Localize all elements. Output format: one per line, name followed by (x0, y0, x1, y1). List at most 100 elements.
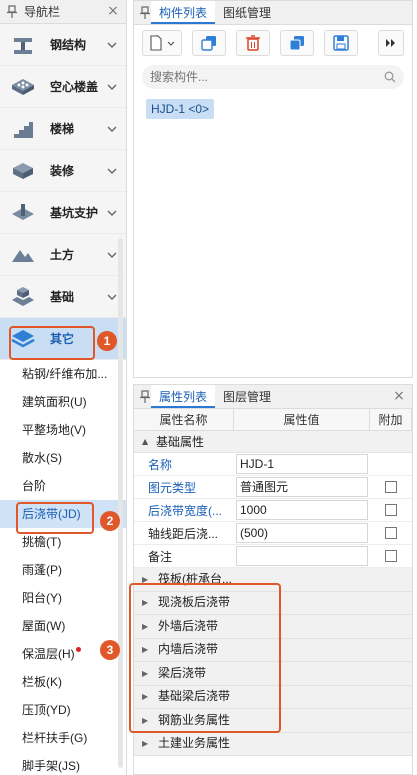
nav-item-roof[interactable]: 屋面(W) (0, 612, 126, 640)
group-label: 土建业务属性 (158, 736, 231, 751)
attach-checkbox[interactable] (385, 481, 397, 493)
expand-triangle-icon: ▶ (142, 739, 149, 749)
property-tabs: 属性列表 图层管理 × (134, 385, 412, 409)
property-value-input[interactable]: (500) (236, 523, 368, 543)
foundation-icon (12, 286, 34, 306)
nav-category-label: 钢结构 (50, 38, 87, 52)
more-tools-button[interactable] (378, 30, 404, 56)
nav-scrollbar[interactable] (118, 238, 123, 768)
attach-checkbox[interactable] (385, 504, 397, 516)
close-icon[interactable]: × (392, 389, 406, 403)
nav-item-building-area[interactable]: 建筑面积(U) (0, 388, 126, 416)
property-name: 后浇带宽度(... (148, 503, 222, 518)
chevron-down-icon (107, 126, 117, 132)
tab-property-list[interactable]: 属性列表 (151, 385, 216, 408)
close-icon[interactable]: × (106, 4, 120, 18)
new-file-icon (150, 35, 175, 51)
chevron-down-icon (107, 42, 117, 48)
highlight-box-post-pour (16, 502, 94, 534)
nav-category-label: 装修 (50, 164, 75, 178)
delete-component-button[interactable] (236, 30, 270, 56)
tab-layer-management[interactable]: 图层管理 (215, 385, 279, 408)
nav-item-apron[interactable]: 散水(S) (0, 444, 126, 472)
nav-item-scaffold[interactable]: 脚手架(JS) (0, 752, 126, 775)
nav-category-label: 楼梯 (50, 122, 75, 136)
group-civil-properties[interactable]: ▶ 土建业务属性 (134, 732, 412, 756)
step-badge-1: 1 (97, 331, 117, 351)
tab-drawing-management[interactable]: 图纸管理 (215, 1, 279, 24)
component-toolbar (134, 25, 412, 61)
chevron-down-icon (107, 210, 117, 216)
property-name: 名称 (148, 457, 173, 472)
decoration-icon (13, 162, 33, 179)
step-badge-3: 3 (100, 640, 120, 660)
property-name: 图元类型 (148, 480, 197, 495)
nav-category-foundation[interactable]: 基础 (0, 276, 126, 318)
new-component-button[interactable] (142, 30, 182, 56)
nav-category-label: 空心楼盖 (50, 80, 99, 94)
property-grid-header: 属性名称 属性值 附加 (134, 409, 412, 431)
component-search[interactable] (142, 65, 404, 89)
nav-category-stairs[interactable]: 楼梯 (0, 108, 126, 150)
highlight-box-other (9, 326, 95, 360)
search-input[interactable] (150, 70, 384, 84)
property-row-type: 图元类型 普通图元 (134, 476, 412, 499)
chevron-down-icon (107, 294, 117, 300)
column-header-extra: 附加 (370, 409, 412, 430)
chevron-down-icon (107, 252, 117, 258)
property-value-input[interactable]: 普通图元 (236, 477, 368, 497)
nav-item-steps[interactable]: 台阶 (0, 472, 126, 500)
pin-icon[interactable] (139, 6, 151, 20)
component-tabs: 构件列表 图纸管理 (134, 1, 412, 25)
save-icon (333, 35, 349, 51)
nav-item-balcony[interactable]: 阳台(Y) (0, 584, 126, 612)
property-value-input[interactable]: 1000 (236, 500, 368, 520)
property-name: 轴线距后浇... (148, 526, 219, 541)
attach-checkbox[interactable] (385, 527, 397, 539)
chevron-down-icon (107, 168, 117, 174)
nav-category-label: 基坑支护 (50, 206, 99, 220)
nav-category-pit-support[interactable]: 基坑支护 (0, 192, 126, 234)
attach-checkbox[interactable] (385, 550, 397, 562)
hollow-floor-icon (12, 78, 34, 95)
property-row-axis-offset: 轴线距后浇... (500) (134, 522, 412, 545)
nav-item-coping[interactable]: 压顶(YD) (0, 696, 126, 724)
nav-category-steel[interactable]: 钢结构 (0, 24, 126, 66)
nav-category-earthwork[interactable]: 土方 (0, 234, 126, 276)
nav-header: 导航栏 × (0, 0, 126, 24)
property-name: 备注 (148, 549, 173, 564)
pin-icon[interactable] (139, 390, 151, 404)
pit-support-icon (12, 203, 34, 220)
tab-component-list[interactable]: 构件列表 (151, 1, 216, 24)
save-template-button[interactable] (324, 30, 358, 56)
nav-item-site-leveling[interactable]: 平整场地(V) (0, 416, 126, 444)
nav-category-decoration[interactable]: 装修 (0, 150, 126, 192)
steel-structure-icon (14, 37, 32, 54)
column-header-value: 属性值 (234, 409, 370, 430)
nav-item-bonded-steel[interactable]: 粘钢/纤维布加... (0, 360, 126, 388)
stairs-icon (14, 121, 33, 138)
duplicate-icon (289, 36, 304, 51)
highlight-box-subgroups (129, 583, 281, 733)
property-value-input[interactable]: HJD-1 (236, 454, 368, 474)
earthwork-icon (12, 249, 34, 262)
nav-item-canopy[interactable]: 雨蓬(P) (0, 556, 126, 584)
property-row-width: 后浇带宽度(... 1000 (134, 499, 412, 522)
nav-item-parapet-slab[interactable]: 栏板(K) (0, 668, 126, 696)
nav-category-label: 土方 (50, 248, 75, 262)
nav-category-hollow-floor[interactable]: 空心楼盖 (0, 66, 126, 108)
layer-copy-button[interactable] (280, 30, 314, 56)
trash-icon (246, 35, 260, 51)
pin-icon[interactable] (6, 4, 18, 19)
property-value-input[interactable] (236, 546, 368, 566)
component-item[interactable]: HJD-1 <0> (146, 99, 215, 119)
copy-component-button[interactable] (192, 30, 226, 56)
copy-icon (201, 36, 216, 51)
group-basic-properties[interactable]: ▲ 基础属性 (134, 431, 412, 453)
search-icon[interactable] (384, 71, 396, 83)
chevron-down-icon (107, 84, 117, 90)
nav-item-railing[interactable]: 栏杆扶手(G) (0, 724, 126, 752)
nav-category-label: 基础 (50, 290, 75, 304)
property-row-remark: 备注 (134, 545, 412, 568)
new-indicator-dot (76, 647, 81, 652)
